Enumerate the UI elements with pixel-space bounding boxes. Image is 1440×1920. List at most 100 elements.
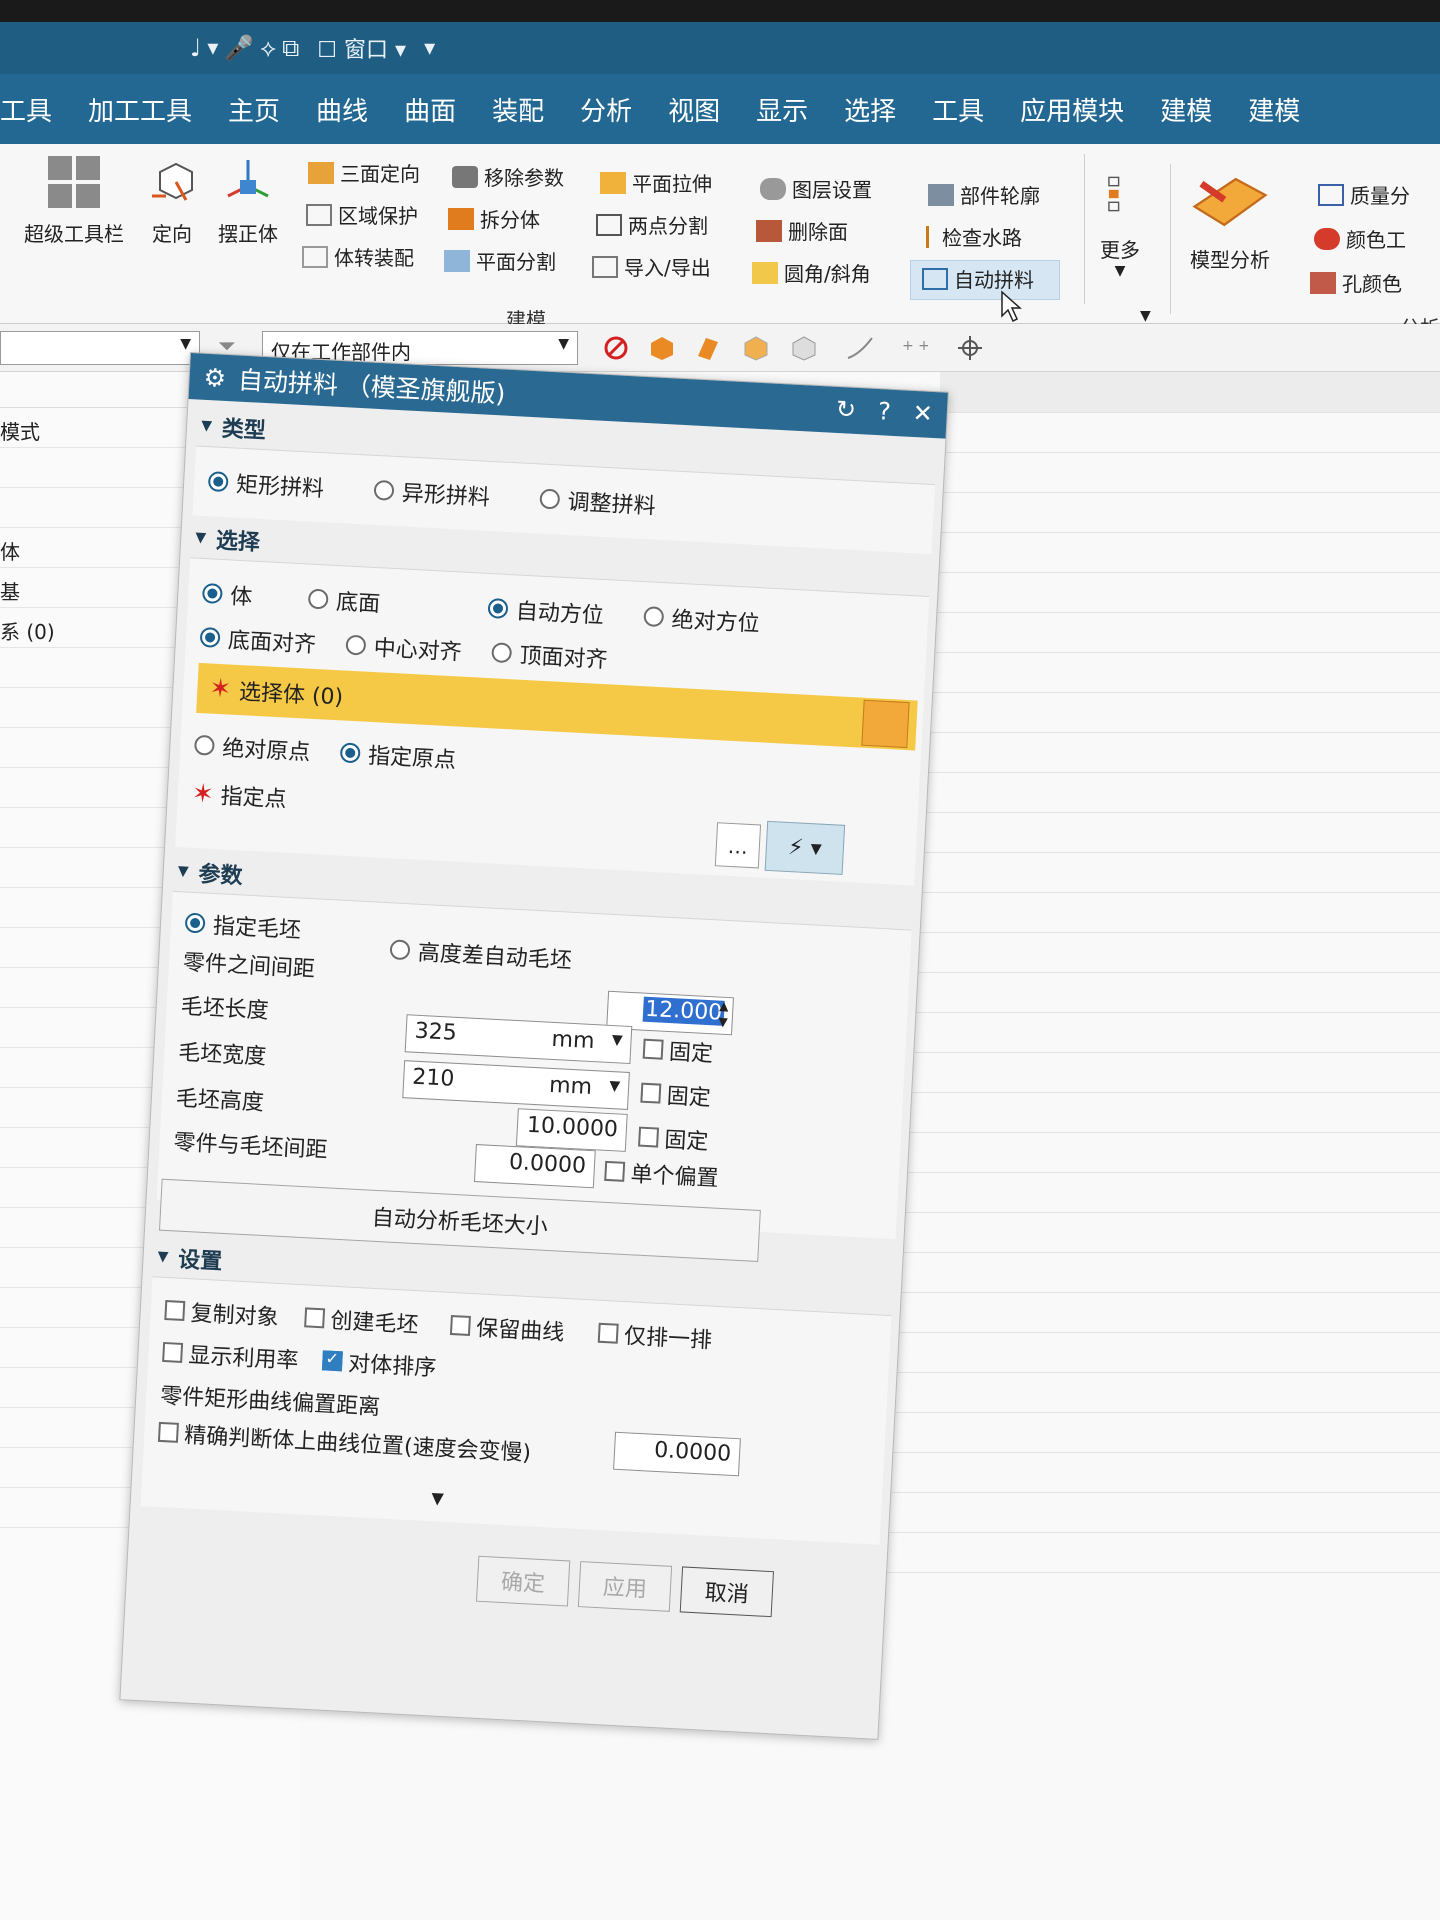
menu-curve[interactable]: 曲线 <box>316 91 368 128</box>
nest-icon[interactable]: ♩ <box>190 34 201 62</box>
curve-select-icon[interactable] <box>846 334 874 362</box>
plane-extrude-button[interactable]: 平面拉伸 <box>600 168 712 197</box>
blank-width-input[interactable]: 210 mm ▼ <box>402 1060 630 1110</box>
cancel-button[interactable]: 取消 <box>679 1566 774 1618</box>
no-select-icon[interactable] <box>602 334 630 362</box>
chevron-down-icon[interactable]: ▼ <box>609 1078 621 1095</box>
more-button[interactable]: 更多 ▼ <box>1100 164 1140 279</box>
menu-surface[interactable]: 曲面 <box>404 91 456 128</box>
face-select-icon[interactable] <box>694 334 722 362</box>
menu-view[interactable]: 视图 <box>668 91 720 128</box>
show-utilization-checkbox[interactable]: 显示利用率 <box>162 1336 300 1375</box>
select-section-header[interactable]: ▼ 选择 <box>194 522 261 557</box>
sheet-body-icon[interactable] <box>790 334 818 362</box>
menu-modeling[interactable]: 建模 <box>1160 91 1212 128</box>
bottom-align-radio[interactable]: 底面对齐 <box>199 621 317 659</box>
menu-assembly[interactable]: 装配 <box>492 91 544 128</box>
part-outline-button[interactable]: 部件轮廓 <box>928 180 1040 209</box>
inferred-point-icon[interactable]: ⚡ ▾ <box>764 820 846 875</box>
type-section-header[interactable]: ▼ 类型 <box>200 410 267 445</box>
copy-object-checkbox[interactable]: 复制对象 <box>164 1294 280 1332</box>
split-body-button[interactable]: 拆分体 <box>448 204 540 233</box>
fixed-height-checkbox[interactable]: 固定 <box>638 1121 710 1157</box>
type-filter-combo[interactable]: ▼ <box>0 331 200 365</box>
specify-origin-radio[interactable]: 指定原点 <box>339 736 457 774</box>
body-radio[interactable]: 体 <box>201 577 254 612</box>
specify-blank-radio[interactable]: 指定毛坯 <box>184 907 302 945</box>
point-dialog-icon[interactable]: … <box>714 822 762 869</box>
region-protect-button[interactable]: 区域保护 <box>306 200 418 229</box>
ok-button[interactable]: 确定 <box>475 1555 571 1607</box>
chevron-down-icon[interactable]: ▼ <box>611 1032 623 1049</box>
center-align-radio[interactable]: 中心对齐 <box>345 629 463 667</box>
params-section-header[interactable]: ▼ 参数 <box>177 855 243 890</box>
window-menu[interactable]: ☐ 窗口 ▾ <box>317 32 406 64</box>
spinner-icon[interactable]: ▲ ▼ <box>718 998 729 1030</box>
solid-body-icon[interactable] <box>742 334 770 362</box>
menu-application[interactable]: 应用模块 <box>1020 91 1124 128</box>
curve-offset-input[interactable]: 0.0000 <box>613 1431 741 1477</box>
irregular-nest-radio[interactable]: 异形拼料 <box>373 474 491 512</box>
tool-icon[interactable]: ⟡ <box>260 34 276 62</box>
delete-face-button[interactable]: 删除面 <box>756 216 848 245</box>
blank-height-input[interactable]: 10.0000 <box>515 1108 628 1152</box>
hole-color-button[interactable]: 孔颜色 <box>1310 268 1402 297</box>
orient-button[interactable]: 定向 <box>146 156 198 247</box>
auto-orient-radio[interactable]: 自动方位 <box>487 592 605 630</box>
fillet-chamfer-button[interactable]: 圆角/斜角 <box>752 258 871 287</box>
plane-split-button[interactable]: 平面分割 <box>444 246 556 275</box>
absolute-orient-radio[interactable]: 绝对方位 <box>643 600 761 638</box>
keep-curves-checkbox[interactable]: 保留曲线 <box>449 1309 566 1347</box>
menu-tools-partial[interactable]: 工具 <box>0 91 52 128</box>
windows-icon[interactable]: ⧉ <box>282 34 299 62</box>
microphone-icon[interactable]: 🎤 <box>224 34 254 62</box>
body-select-icon[interactable] <box>648 334 676 362</box>
fixed-length-checkbox[interactable]: 固定 <box>642 1033 714 1069</box>
layer-settings-button[interactable]: 图层设置 <box>760 174 872 203</box>
reset-icon[interactable]: ↻ <box>835 395 857 424</box>
part-blank-gap-input[interactable]: 0.0000 <box>473 1144 596 1189</box>
cube-select-icon[interactable] <box>861 699 910 749</box>
bottom-face-radio[interactable]: 底面 <box>307 583 381 619</box>
menu-analysis[interactable]: 分析 <box>580 91 632 128</box>
color-tool-button[interactable]: 颜色工 <box>1314 224 1406 253</box>
absolute-origin-radio[interactable]: 绝对原点 <box>193 729 312 767</box>
dropdown-arrow-icon[interactable]: ▾ <box>207 36 218 61</box>
point-select-icon[interactable]: + + <box>900 334 928 362</box>
check-waterway-button[interactable]: 检查水路 <box>926 222 1022 251</box>
two-point-split-button[interactable]: 两点分割 <box>596 210 708 239</box>
rect-nest-radio[interactable]: 矩形拼料 <box>207 465 325 503</box>
auto-nest-button[interactable]: 自动拼料 <box>922 264 1034 293</box>
menu-tools[interactable]: 工具 <box>932 91 984 128</box>
blank-length-input[interactable]: 325 mm ▼ <box>404 1014 633 1065</box>
create-blank-checkbox[interactable]: 创建毛坯 <box>304 1301 420 1339</box>
menu-select[interactable]: 选择 <box>844 91 896 128</box>
menu-machining-tools[interactable]: 加工工具 <box>88 91 192 128</box>
customize-quick-access-icon[interactable]: ▾ <box>424 36 435 61</box>
height-auto-blank-radio[interactable]: 高度差自动毛坯 <box>389 933 572 974</box>
apply-button[interactable]: 应用 <box>577 1561 673 1612</box>
help-icon[interactable]: ? <box>877 397 891 426</box>
model-analysis-button[interactable]: 模型分析 <box>1190 170 1270 273</box>
menu-home[interactable]: 主页 <box>228 91 280 128</box>
chevron-down-icon[interactable]: ▼ <box>1140 308 1151 324</box>
menu-modeling-2[interactable]: 建模 <box>1248 91 1300 128</box>
mass-analysis-button[interactable]: 质量分 <box>1318 180 1410 209</box>
menu-display[interactable]: 显示 <box>756 91 808 128</box>
three-face-orient-button[interactable]: 三面定向 <box>308 158 420 187</box>
settings-section-header[interactable]: ▼ 设置 <box>157 1241 223 1276</box>
super-toolbar-button[interactable]: 超级工具栏 <box>24 156 124 247</box>
single-row-checkbox[interactable]: 仅排一排 <box>597 1317 713 1355</box>
snap-point-icon[interactable] <box>956 334 984 362</box>
remove-params-button[interactable]: 移除参数 <box>452 162 564 191</box>
align-body-button[interactable]: 摆正体 <box>218 156 278 247</box>
import-export-button[interactable]: 导入/导出 <box>592 252 711 281</box>
expand-more-icon[interactable]: ▼ <box>431 1488 444 1508</box>
top-align-radio[interactable]: 顶面对齐 <box>491 636 609 674</box>
adjust-nest-radio[interactable]: 调整拼料 <box>539 483 657 521</box>
fixed-width-checkbox[interactable]: 固定 <box>640 1077 712 1113</box>
body-to-assembly-button[interactable]: 体转装配 <box>302 242 414 271</box>
sort-bodies-checkbox[interactable]: 对体排序 <box>321 1344 438 1382</box>
close-icon[interactable]: ✕ <box>912 399 934 428</box>
precise-curve-checkbox[interactable]: 精确判断体上曲线位置(速度会变慢) <box>157 1416 532 1467</box>
